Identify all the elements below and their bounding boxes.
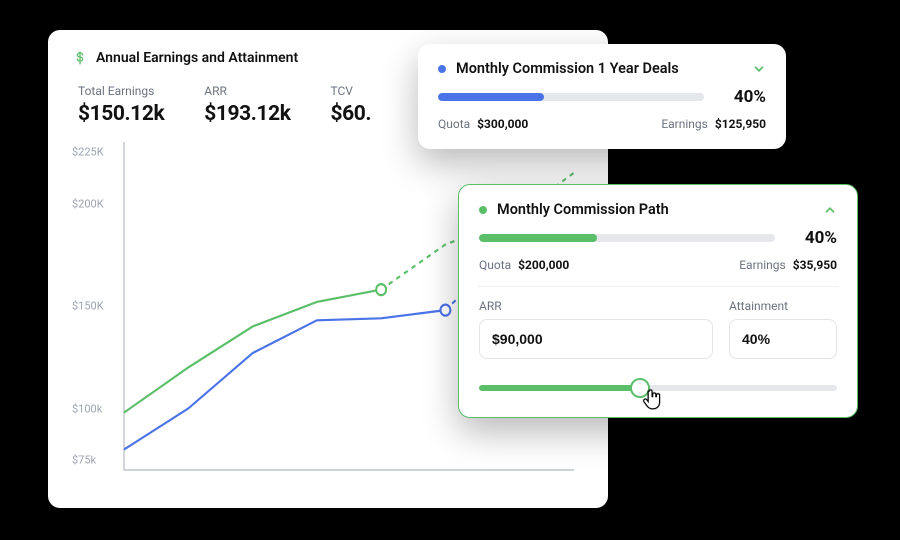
- quota-stat: Quota $200,000: [479, 258, 569, 272]
- y-tick-label: $225K: [72, 146, 104, 159]
- attainment-slider[interactable]: [479, 377, 837, 399]
- progress-pct: 40%: [720, 87, 766, 107]
- kpi-label: TCV: [331, 84, 372, 98]
- kpi-tcv: TCV $60.: [331, 84, 372, 126]
- y-tick-label: $100k: [72, 402, 102, 415]
- progress-bar: [438, 93, 704, 101]
- attainment-input[interactable]: [729, 319, 837, 359]
- earnings-stat: Earnings $125,950: [661, 117, 766, 131]
- progress-bar: [479, 234, 775, 242]
- earnings-stat: Earnings $35,950: [739, 258, 837, 272]
- progress-pct: 40%: [791, 228, 837, 248]
- kpi-total-earnings: Total Earnings $150.12k: [78, 84, 164, 126]
- series-bullet-icon: [438, 65, 446, 73]
- dollar-icon: [72, 50, 88, 66]
- attainment-label: Attainment: [729, 299, 837, 313]
- y-tick-label: $75k: [72, 453, 96, 466]
- arr-input[interactable]: [479, 319, 713, 359]
- chevron-down-icon[interactable]: [752, 62, 766, 76]
- card-title: Monthly Commission Path: [497, 201, 813, 218]
- commission-card-1year: Monthly Commission 1 Year Deals 40% Quot…: [418, 44, 786, 149]
- kpi-value: $150.12k: [78, 102, 164, 126]
- chevron-up-icon[interactable]: [823, 203, 837, 217]
- kpi-value: $60.: [331, 102, 372, 126]
- arr-label: ARR: [479, 299, 713, 313]
- card-title: Monthly Commission 1 Year Deals: [456, 60, 742, 77]
- quota-stat: Quota $300,000: [438, 117, 528, 131]
- commission-card-path: Monthly Commission Path 40% Quota $200,0…: [458, 184, 858, 418]
- series-bullet-icon: [479, 206, 487, 214]
- y-tick-label: $200K: [72, 197, 104, 210]
- kpi-arr: ARR $193.12k: [204, 84, 290, 126]
- kpi-label: ARR: [204, 84, 290, 98]
- y-tick-label: $150K: [72, 300, 104, 313]
- kpi-value: $193.12k: [204, 102, 290, 126]
- page-title: Annual Earnings and Attainment: [96, 50, 298, 66]
- kpi-label: Total Earnings: [78, 84, 164, 98]
